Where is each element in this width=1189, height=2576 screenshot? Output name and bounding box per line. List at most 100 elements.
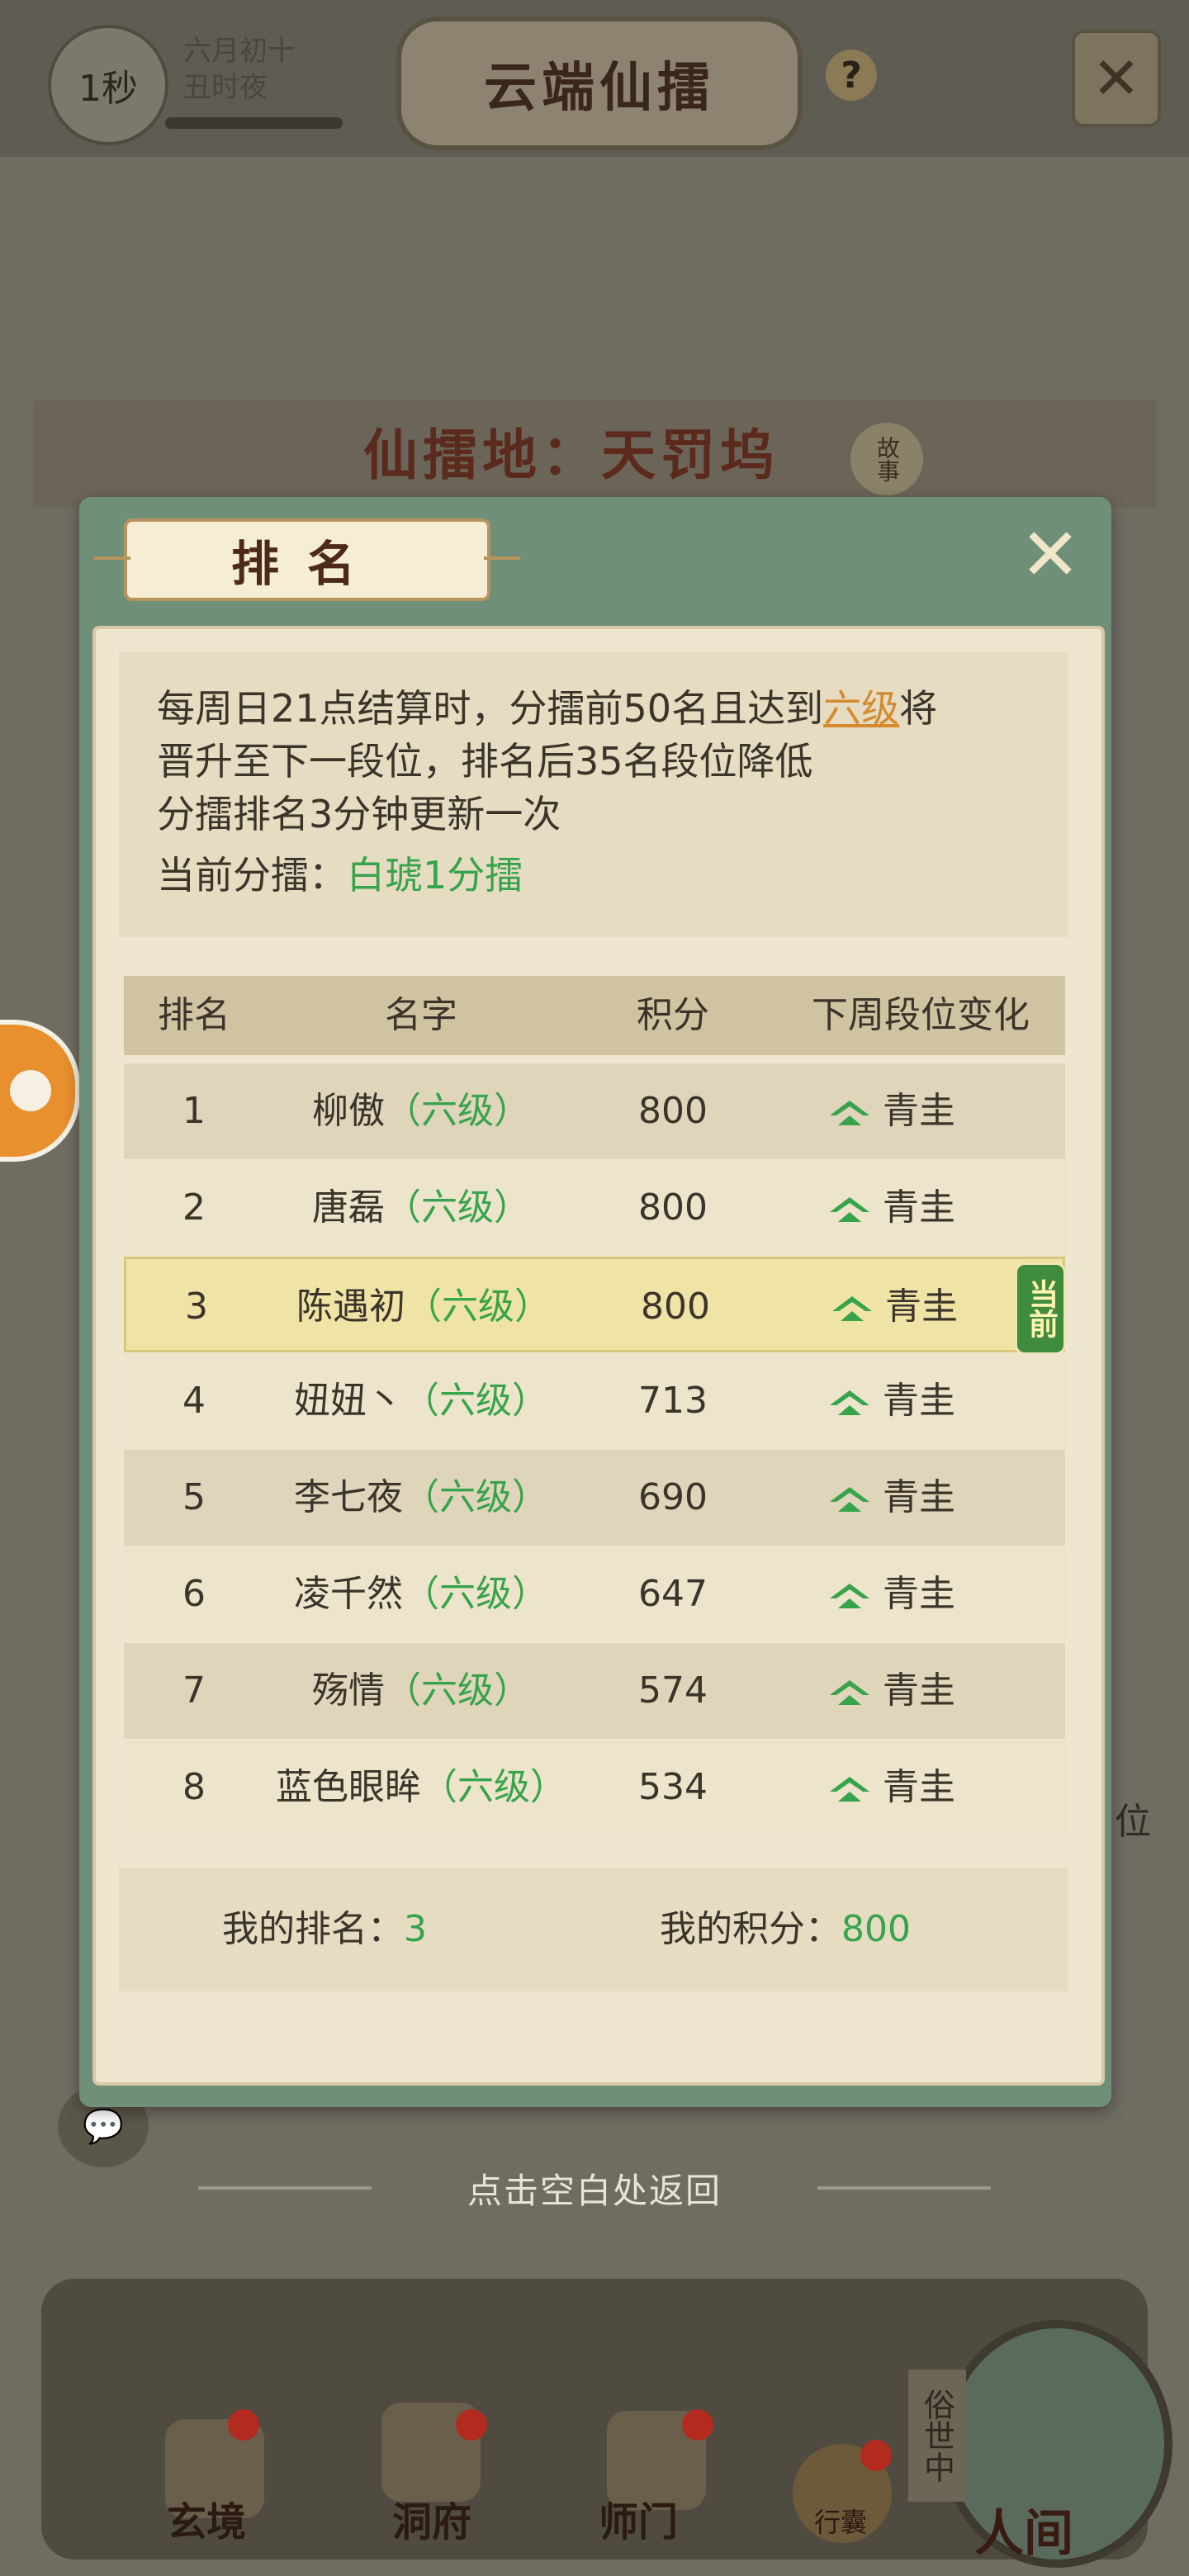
rank-change-cell: 青圭 <box>784 1546 999 1642</box>
modal-title: 排名 <box>94 519 520 601</box>
name-cell: 唐磊（六级） <box>248 1160 594 1256</box>
nav-xuanjing[interactable]: 玄境 <box>144 2489 268 2547</box>
promote-arrow-icon <box>830 1584 869 1608</box>
header-rank-change: 下周段位变化 <box>812 994 1030 1036</box>
player-level: （六级） <box>421 1766 566 1808</box>
pouch-label: 行囊 <box>814 2507 868 2538</box>
rank-change-cell: 青圭 <box>784 1353 999 1449</box>
table-row[interactable]: 7 殇情（六级） 574 青圭 <box>124 1643 1065 1739</box>
player-name: 陈遇初 <box>296 1286 405 1328</box>
rules-info: 每周日21点结算时，分擂前50名且达到六级将 晋升至下一段位，排名后35名段位降… <box>119 652 1068 937</box>
table-header: 排名 名字 积分 下周段位变化 <box>124 976 1065 1055</box>
my-score: 我的积分：800 <box>660 1868 911 1991</box>
name-cell: 柳傲（六级） <box>248 1063 594 1159</box>
current-arena-value: 白琥1分擂 <box>347 853 523 897</box>
current-arena-label: 当前分擂： <box>157 853 347 897</box>
promote-arrow-icon <box>830 1390 869 1415</box>
next-rank-tier: 青圭 <box>883 1186 955 1229</box>
tap-blank-to-return-hint[interactable]: 点击空白处返回 <box>0 2163 1189 2214</box>
rank-cell: 6 <box>182 1573 206 1615</box>
page-close-button[interactable]: ✕ <box>1072 30 1161 127</box>
rank-change-cell: 青圭 <box>784 1450 999 1546</box>
next-rank-tier: 青圭 <box>885 1286 958 1328</box>
story-button[interactable]: 故事 <box>850 423 923 495</box>
rank-cell: 3 <box>185 1286 208 1328</box>
rank-change-cell: 青圭 <box>784 1643 999 1739</box>
next-rank-tier: 青圭 <box>883 1380 955 1422</box>
my-rank: 我的排名：3 <box>222 1868 427 1991</box>
name-cell: 妞妞丶（六级） <box>248 1353 594 1449</box>
table-row[interactable]: 6 凌千然（六级） 647 青圭 <box>124 1546 1065 1642</box>
game-center-button[interactable] <box>0 1020 80 1162</box>
player-level: （六级） <box>385 1669 530 1712</box>
time-progress-bar <box>165 117 343 129</box>
rank-cell: 8 <box>182 1766 206 1808</box>
notification-dot <box>682 2409 713 2441</box>
player-level: （六级） <box>403 1573 548 1615</box>
player-name: 蓝色眼眸 <box>276 1766 421 1808</box>
name-cell: 凌千然（六级） <box>248 1546 594 1642</box>
promote-arrow-icon <box>830 1777 869 1802</box>
table-row[interactable]: 3 陈遇初（六级） 800 青圭 当前 <box>124 1257 1066 1355</box>
modal-close-button[interactable]: ✕ <box>1017 519 1083 591</box>
side-text: 位 <box>1115 1801 1151 1843</box>
player-level: （六级） <box>385 1186 530 1229</box>
rules-line-3: 分擂排名3分钟更新一次 <box>157 792 561 836</box>
help-button[interactable]: ? <box>826 50 877 101</box>
notification-dot <box>456 2409 487 2441</box>
notification-dot <box>860 2440 892 2471</box>
next-rank-tier: 青圭 <box>883 1766 955 1808</box>
timer-label: 1秒 <box>78 68 138 110</box>
rank-cell: 5 <box>182 1476 206 1518</box>
table-row[interactable]: 5 李七夜（六级） 690 青圭 <box>124 1450 1065 1546</box>
level-link[interactable]: 六级 <box>823 686 899 731</box>
next-rank-tier: 青圭 <box>883 1090 955 1132</box>
table-row[interactable]: 1 柳傲（六级） 800 青圭 <box>124 1063 1065 1159</box>
my-score-value: 800 <box>841 1908 911 1950</box>
player-level: （六级） <box>405 1286 551 1328</box>
rank-cell: 1 <box>182 1090 206 1132</box>
current-arena: 当前分擂：白琥1分擂 <box>157 849 523 902</box>
name-cell: 蓝色眼眸（六级） <box>248 1740 594 1835</box>
next-rank-tier: 青圭 <box>883 1573 955 1615</box>
promote-arrow-icon <box>830 1680 869 1705</box>
table-row[interactable]: 8 蓝色眼眸（六级） 534 青圭 <box>124 1740 1065 1835</box>
notification-dot <box>228 2409 259 2441</box>
nav-dongfu[interactable]: 洞府 <box>370 2489 494 2547</box>
date-line-1: 六月初十 <box>183 35 296 68</box>
my-stats: 我的排名：3 我的积分：800 <box>119 1868 1068 1991</box>
table-row[interactable]: 4 妞妞丶（六级） 713 青圭 <box>124 1353 1065 1449</box>
rank-cell: 4 <box>182 1380 206 1422</box>
score-cell: 800 <box>638 1090 708 1132</box>
rules-line-2: 晋升至下一段位，排名后35名段位降低 <box>157 739 813 784</box>
table-row[interactable]: 2 唐磊（六级） 800 青圭 <box>124 1160 1065 1256</box>
header-name: 名字 <box>385 994 457 1036</box>
rank-change-cell: 青圭 <box>787 1259 1002 1355</box>
promote-arrow-icon <box>830 1197 869 1222</box>
player-level: （六级） <box>403 1380 548 1422</box>
page-title: 云端仙擂 <box>396 17 803 150</box>
nav-shimen[interactable]: 师门 <box>576 2489 700 2547</box>
gamepad-icon <box>10 1070 51 1111</box>
score-cell: 647 <box>638 1573 708 1615</box>
my-score-label: 我的积分： <box>660 1908 841 1950</box>
score-cell: 800 <box>641 1286 710 1328</box>
rules-line-1: 每周日21点结算时，分擂前50名且达到六级将 <box>157 682 937 735</box>
world-side-label: 俗世中 <box>908 2370 966 2502</box>
promote-arrow-icon <box>830 1487 869 1512</box>
my-rank-label: 我的排名： <box>222 1908 404 1950</box>
rank-change-cell: 青圭 <box>784 1063 999 1159</box>
score-cell: 574 <box>638 1669 708 1712</box>
name-cell: 李七夜（六级） <box>248 1450 594 1546</box>
player-level: （六级） <box>385 1090 530 1132</box>
rank-cell: 2 <box>182 1186 206 1229</box>
score-cell: 713 <box>638 1380 708 1422</box>
chat-bubble-icon: 💬 <box>83 2107 124 2146</box>
rank-cell: 7 <box>182 1669 206 1712</box>
header-rank: 排名 <box>158 994 230 1036</box>
close-icon: ✕ <box>1020 512 1081 597</box>
date-line-2: 丑时夜 <box>183 71 268 104</box>
countdown-timer: 1秒 <box>48 25 168 145</box>
player-level: （六级） <box>403 1476 548 1518</box>
my-rank-value: 3 <box>404 1908 427 1950</box>
